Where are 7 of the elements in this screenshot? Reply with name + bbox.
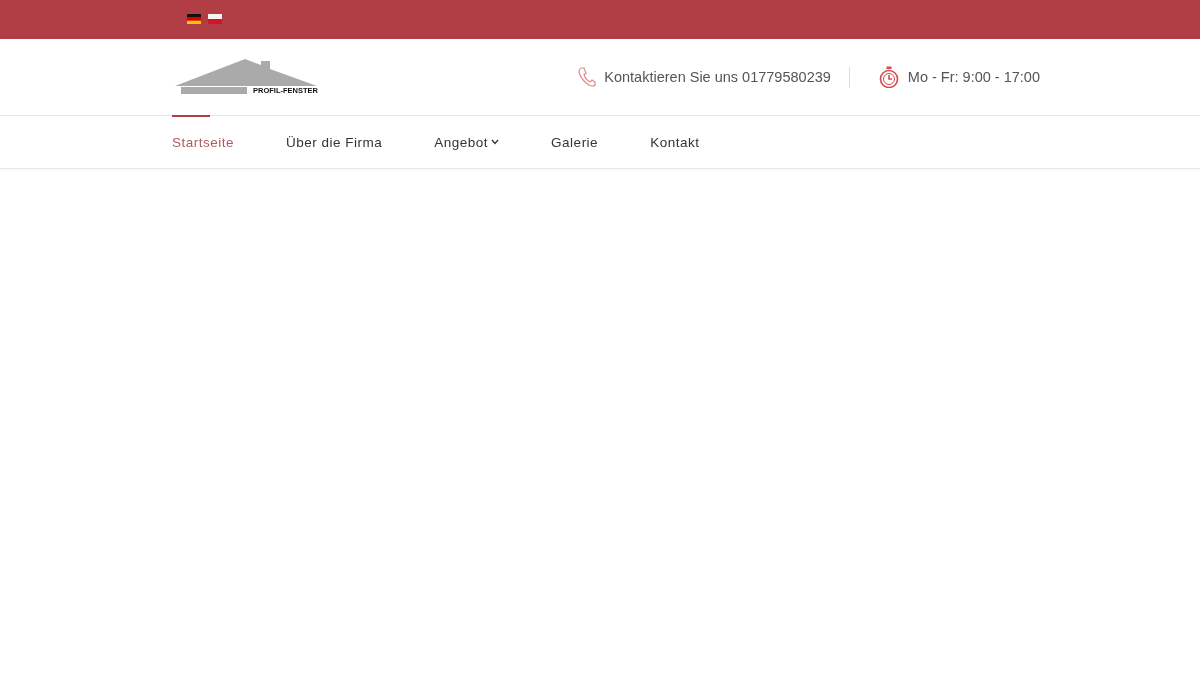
- nav-link[interactable]: Angebot: [434, 116, 500, 168]
- nav-link[interactable]: Über die Firma: [286, 116, 383, 168]
- nav-link[interactable]: Galerie: [551, 116, 599, 168]
- nav-link[interactable]: Kontakt: [650, 116, 700, 168]
- nav-link[interactable]: Startseite: [172, 116, 235, 168]
- contact-text: Kontaktieren Sie uns 01779580239: [604, 69, 831, 85]
- opening-hours-text: Mo - Fr: 9:00 - 17:00: [907, 69, 1040, 85]
